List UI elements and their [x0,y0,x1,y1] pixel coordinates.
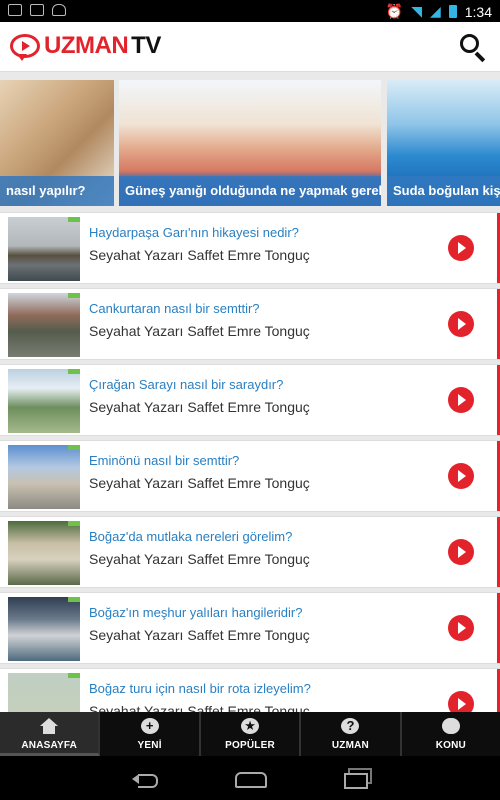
tab-label: YENİ [137,740,162,751]
tab-yeni[interactable]: + YENİ [100,712,201,756]
android-icon [52,4,66,16]
back-icon[interactable] [130,768,160,788]
play-button[interactable] [448,387,474,413]
video-thumbnail [8,521,80,585]
video-author: Seyahat Yazarı Saffet Emre Tonguç [89,475,310,491]
tab-populer[interactable]: ★ POPÜLER [201,712,302,756]
list-item[interactable]: Boğaz'ın meşhur yalıları hangileridir? S… [0,592,500,664]
wifi-icon: ◥ [411,3,422,19]
video-author: Seyahat Yazarı Saffet Emre Tonguç [89,247,310,263]
tab-konu[interactable]: KONU [402,712,500,756]
logo-play-icon [10,34,40,61]
system-nav-bar [0,756,500,800]
new-badge [68,293,80,298]
new-badge [68,673,80,678]
play-button[interactable] [448,235,474,261]
recent-apps-icon[interactable] [342,768,372,789]
battery-icon [448,5,457,18]
featured-carousel[interactable]: nasıl yapılır? Güneş yanığı olduğunda ne… [0,80,500,206]
plus-icon: + [140,718,159,734]
featured-card[interactable]: Güneş yanığı olduğunda ne yapmak gerekir… [119,80,381,206]
video-author: Seyahat Yazarı Saffet Emre Tonguç [89,551,310,567]
signal-icon: ◢ [429,3,441,19]
email-icon [30,4,44,16]
home-icon [40,718,59,734]
list-item[interactable]: Cankurtaran nasıl bir semttir? Seyahat Y… [0,288,500,360]
video-thumbnail [8,217,80,281]
new-badge [68,445,80,450]
new-badge [68,217,80,222]
logo-text: UZMAN TV [44,32,161,59]
list-item[interactable]: Boğaz'da mutlaka nereleri görelim? Seyah… [0,516,500,588]
list-item[interactable]: Haydarpaşa Garı'nın hikayesi nedir? Seya… [0,212,500,284]
tab-label: ANASAYFA [21,740,78,751]
video-title: Haydarpaşa Garı'nın hikayesi nedir? [89,225,299,240]
featured-card[interactable]: Suda boğulan kişi na [387,80,500,206]
video-thumbnail [8,369,80,433]
video-title: Çırağan Sarayı nasıl bir saraydır? [89,377,284,392]
chat-icon [441,718,460,734]
featured-caption: nasıl yapılır? [0,176,114,206]
video-author: Seyahat Yazarı Saffet Emre Tonguç [89,399,310,415]
question-icon: ? [341,718,360,734]
video-author: Seyahat Yazarı Saffet Emre Tonguç [89,703,310,712]
play-button[interactable] [448,539,474,565]
new-badge [68,369,80,374]
video-title: Boğaz'da mutlaka nereleri görelim? [89,529,293,544]
app-logo[interactable]: UZMAN TV [10,32,161,61]
video-title: Boğaz turu için nasıl bir rota izleyelim… [89,681,311,696]
video-author: Seyahat Yazarı Saffet Emre Tonguç [89,323,310,339]
list-item[interactable]: Boğaz turu için nasıl bir rota izleyelim… [0,668,500,712]
play-button[interactable] [448,615,474,641]
video-thumbnail [8,293,80,357]
video-thumbnail [8,597,80,661]
search-icon [460,34,479,53]
list-item[interactable]: Çırağan Sarayı nasıl bir saraydır? Seyah… [0,364,500,436]
status-time: 1:34 [464,3,492,20]
featured-caption: Güneş yanığı olduğunda ne yapmak gerekir… [119,176,381,206]
app-bar: UZMAN TV [0,22,500,72]
tab-label: KONU [435,740,466,751]
list-item[interactable]: Eminönü nasıl bir semttir? Seyahat Yazar… [0,440,500,512]
alarm-icon: ⏰ [385,3,404,19]
featured-caption: Suda boğulan kişi na [387,176,500,206]
video-thumbnail [8,445,80,509]
video-title: Boğaz'ın meşhur yalıları hangileridir? [89,605,303,620]
tab-label: POPÜLER [225,740,275,751]
image-icon [8,4,22,16]
new-badge [68,521,80,526]
featured-card[interactable]: nasıl yapılır? [0,80,114,206]
video-author: Seyahat Yazarı Saffet Emre Tonguç [89,627,310,643]
video-title: Cankurtaran nasıl bir semttir? [89,301,260,316]
new-badge [68,597,80,602]
video-thumbnail [8,673,80,712]
play-button[interactable] [448,463,474,489]
tab-label: UZMAN [331,740,369,751]
search-button[interactable] [458,32,488,63]
tab-uzman[interactable]: ? UZMAN [301,712,402,756]
play-button[interactable] [448,691,474,712]
status-bar: ⏰ ◥ ◢ 1:34 [0,0,500,22]
home-icon[interactable] [235,768,267,788]
video-title: Eminönü nasıl bir semttir? [89,453,240,468]
tab-anasayfa[interactable]: ANASAYFA [0,712,101,756]
play-button[interactable] [448,311,474,337]
video-list[interactable]: Haydarpaşa Garı'nın hikayesi nedir? Seya… [0,212,500,712]
bottom-tab-bar: ANASAYFA + YENİ ★ POPÜLER ? UZMAN KONU [0,712,500,756]
star-icon: ★ [241,718,260,734]
